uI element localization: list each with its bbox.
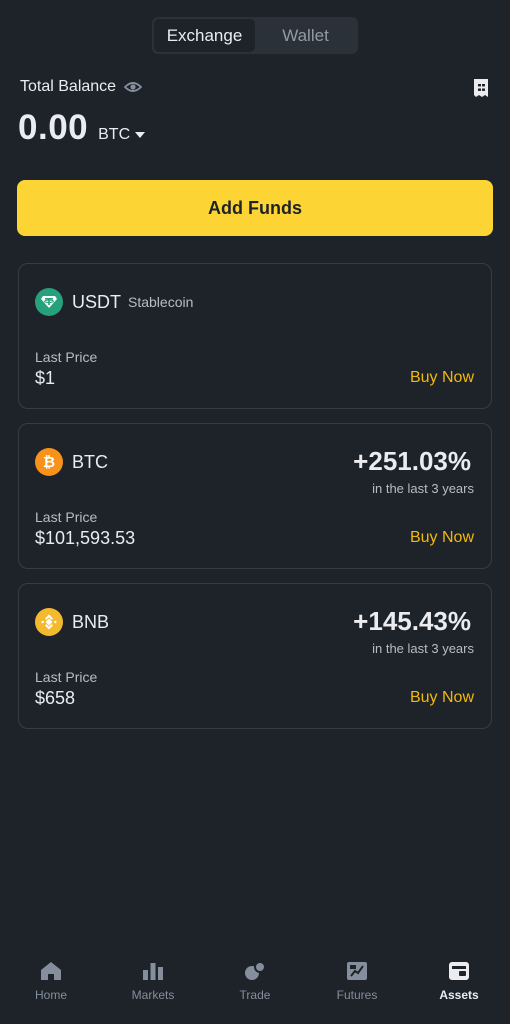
- buy-now-button[interactable]: Buy Now: [410, 369, 474, 387]
- caret-down-icon: [135, 132, 146, 138]
- account-type-switch: Exchange Wallet: [152, 17, 358, 54]
- balance-value: 0.00: [18, 108, 89, 147]
- trade-icon: [243, 960, 267, 982]
- bitcoin-icon: ₿: [35, 448, 63, 476]
- price-change-percent: +145.43%: [353, 606, 471, 636]
- nav-markets[interactable]: Markets: [102, 944, 204, 1024]
- coin-header: BNB: [35, 608, 109, 636]
- last-price-label: Last Price: [35, 509, 98, 525]
- balance-unit: BTC: [98, 126, 131, 143]
- bottom-nav: Home Markets Trade Futures Assets: [0, 944, 510, 1024]
- coin-symbol: USDT: [72, 291, 121, 312]
- balance-row: 0.00 BTC: [18, 108, 146, 148]
- coin-header: USDT Stablecoin: [35, 288, 193, 316]
- total-balance-header: Total Balance: [20, 78, 143, 96]
- nav-trade[interactable]: Trade: [204, 944, 306, 1024]
- change-period: in the last 3 years: [372, 481, 474, 496]
- tab-wallet[interactable]: Wallet: [255, 19, 356, 52]
- coin-card-bnb[interactable]: BNB +145.43% in the last 3 years Last Pr…: [18, 583, 492, 729]
- last-price-value: $658: [35, 688, 76, 708]
- nav-label: Home: [34, 988, 67, 1002]
- add-funds-button[interactable]: Add Funds: [17, 180, 493, 236]
- last-price-label: Last Price: [35, 669, 98, 685]
- tether-icon: [35, 288, 63, 316]
- coin-subtitle: Stablecoin: [128, 294, 194, 310]
- buy-now-button[interactable]: Buy Now: [410, 689, 474, 707]
- last-price-value: $101,593.53: [35, 528, 136, 548]
- coin-card-usdt[interactable]: USDT Stablecoin Last Price $1 Buy Now: [18, 263, 492, 409]
- nav-futures[interactable]: Futures: [306, 944, 408, 1024]
- bnb-icon: [35, 608, 63, 636]
- last-price-label: Last Price: [35, 349, 98, 365]
- buy-now-button[interactable]: Buy Now: [410, 529, 474, 547]
- home-icon: [39, 960, 63, 982]
- coin-symbol: BTC: [72, 451, 108, 472]
- tab-exchange[interactable]: Exchange: [154, 19, 255, 52]
- coin-symbol: BNB: [72, 611, 110, 632]
- eye-icon[interactable]: [124, 80, 143, 94]
- coin-header: ₿ BTC: [35, 448, 108, 476]
- price-change-percent: +251.03%: [353, 446, 471, 476]
- last-price-value: $1: [35, 368, 56, 388]
- nav-assets[interactable]: Assets: [408, 944, 510, 1024]
- futures-icon: [345, 960, 369, 982]
- svg-text:₿: ₿: [43, 453, 55, 471]
- nav-home[interactable]: Home: [0, 944, 102, 1024]
- nav-label: Assets: [439, 988, 479, 1002]
- markets-icon: [141, 960, 165, 982]
- transaction-history-icon[interactable]: [472, 78, 490, 98]
- coin-card-btc[interactable]: ₿ BTC +251.03% in the last 3 years Last …: [18, 423, 492, 569]
- change-period: in the last 3 years: [372, 641, 474, 656]
- balance-unit-selector[interactable]: BTC: [98, 126, 146, 144]
- total-balance-label: Total Balance: [20, 78, 117, 95]
- assets-icon: [447, 960, 471, 982]
- nav-label: Trade: [239, 988, 271, 1002]
- assets-screen: Exchange Wallet Total Balance 0.00 BTC A…: [0, 0, 510, 1024]
- nav-label: Markets: [131, 988, 175, 1002]
- nav-label: Futures: [336, 988, 378, 1002]
